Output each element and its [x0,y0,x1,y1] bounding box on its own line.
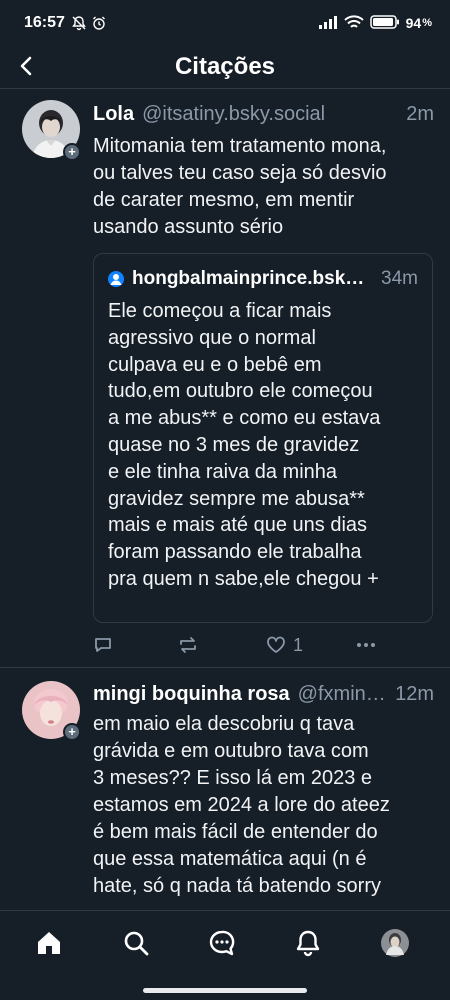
post-divider [0,667,450,668]
like-button[interactable]: 1 [265,630,303,660]
reply-icon [95,638,111,652]
profile-avatar [381,929,409,957]
quote-time: 34m [381,268,418,289]
percent-sign: % [422,17,432,29]
post-actions: 1 [93,630,393,660]
reply-button[interactable] [93,630,113,660]
quoted-post[interactable]: hongbalmainprince.bsky.social 34m Ele co… [93,253,433,623]
signal-icon [318,15,338,32]
nav-search[interactable] [120,927,152,959]
battery-icon [369,14,400,32]
status-time: 16:57 [24,14,65,31]
bell-icon [296,930,320,957]
wifi-icon [343,14,364,33]
nav-chat[interactable] [206,927,238,959]
post-time[interactable]: 12m [395,683,434,706]
gesture-bar[interactable] [143,988,307,993]
alarm-icon [91,15,107,31]
nav-notifications[interactable] [292,927,324,959]
status-bar: 16:57 94% [0,0,450,46]
mute-icon [71,15,87,31]
repost-icon [180,637,196,653]
bottom-nav [0,910,450,980]
back-arrow-icon [20,56,32,76]
battery-percent: 94 [405,15,422,31]
post-meta: Lola @itsatiny.bsky.social 2m [93,103,434,131]
more-icon [357,643,375,647]
author-name[interactable]: mingi boquinha rosa [93,683,290,706]
quote-avatar [108,271,124,287]
author-handle[interactable]: @itsatiny.bsky.social [142,103,398,126]
post-text: em maio ela descobriu q tava grávida e e… [93,713,390,897]
author-handle[interactable]: @fxmingi.bsky.social [298,683,387,706]
back-button[interactable] [12,52,40,80]
top-header: Citações [0,46,450,88]
post-text: Mitomania tem tratamento mona, ou talves… [93,135,387,238]
post-time[interactable]: 2m [406,103,434,126]
nav-profile[interactable] [379,927,411,959]
post-meta: mingi boquinha rosa @fxmingi.bsky.social… [93,683,434,711]
search-icon [124,931,149,956]
follow-plus-icon[interactable]: + [63,143,81,161]
repost-button[interactable] [177,630,199,660]
like-count: 1 [293,634,304,655]
quote-text: Ele começou a ficar mais agressivo que o… [108,300,381,590]
page-title: Citações [174,53,276,80]
header-divider [0,88,450,89]
follow-plus-icon[interactable]: + [63,723,81,741]
like-icon [267,636,285,653]
more-button[interactable] [355,630,377,660]
nav-home[interactable] [33,927,65,959]
quote-meta: hongbalmainprince.bsky.social 34m [108,268,418,290]
chat-icon [209,930,235,956]
home-icon [38,932,60,954]
author-name[interactable]: Lola [93,103,134,126]
quote-author: hongbalmainprince.bsky.social [132,268,373,289]
